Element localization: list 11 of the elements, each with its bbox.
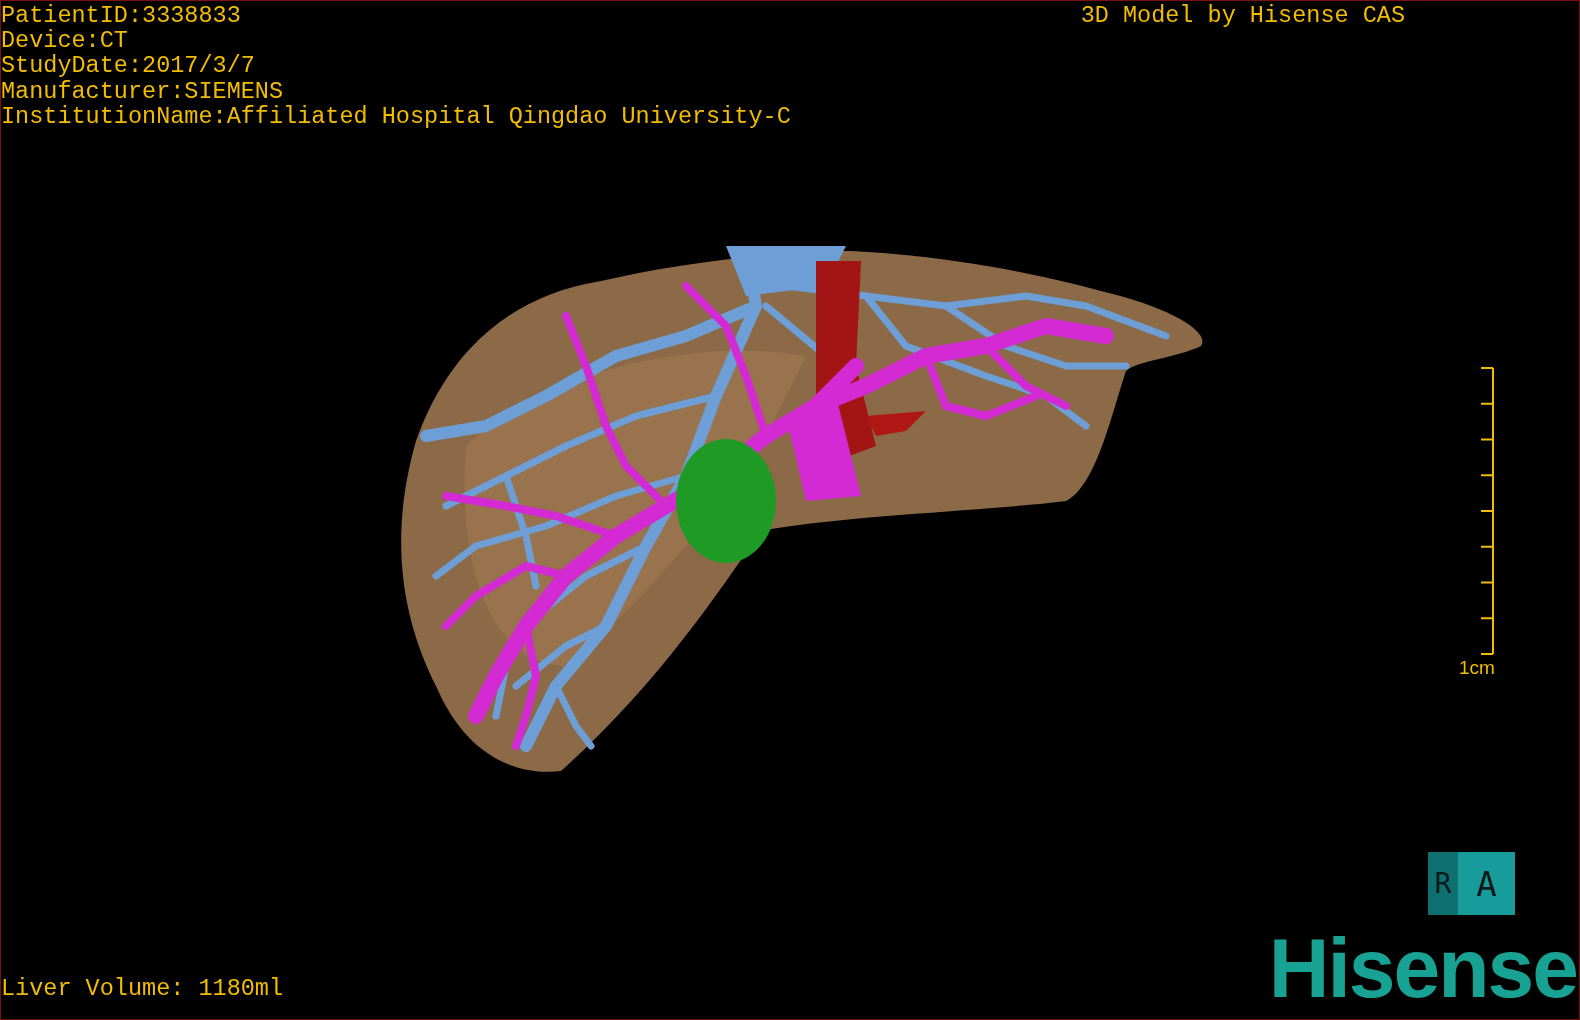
dicom-info-text: PatientID:3338833 (1, 3, 242, 29)
brand-logo: Hisense (1268, 933, 1577, 1003)
orientation-cube-face[interactable]: A (1458, 852, 1515, 915)
dicom-info-text: InstitutionName:Affiliated Hospital Qingdao University-C (1, 103, 791, 129)
orientation-cube-face[interactable]: R (1428, 852, 1458, 915)
dicom-info-text: StudyDate:2017/3/7 (1, 53, 256, 79)
scale-label: 1cm (1459, 657, 1495, 679)
model-title: 3D Model by Hisense CAS (1080, 3, 1405, 29)
dicom-info-text: Manufacturer:SIEMENS (1, 78, 285, 104)
dicom-info-text: Device:CT (1, 28, 128, 54)
liver-volume-text: Liver Volume: 1180ml (1, 975, 284, 1001)
